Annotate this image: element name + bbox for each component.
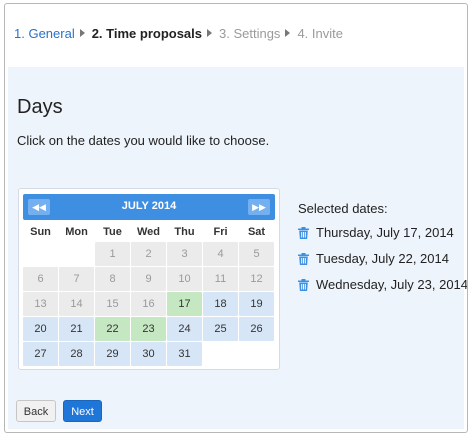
date-picker: ◀◀ JULY 2014 ▶▶ Sun Mon Tue Wed Thu Fri …	[18, 188, 280, 370]
calendar-day[interactable]: 26	[239, 317, 274, 341]
calendar-day[interactable]: 25	[203, 317, 238, 341]
weekday-label: Sat	[247, 226, 266, 238]
calendar-day: 9	[131, 267, 166, 291]
calendar-day: 1	[95, 242, 130, 266]
calendar-day: 7	[59, 267, 94, 291]
calendar-day[interactable]: 24	[167, 317, 202, 341]
calendar-day: 14	[59, 292, 94, 316]
calendar-day[interactable]: 20	[23, 317, 58, 341]
calendar-day: 8	[95, 267, 130, 291]
calendar-day[interactable]: 22	[95, 317, 130, 341]
calendar-day[interactable]: 30	[131, 342, 166, 366]
calendar-day: 13	[23, 292, 58, 316]
calendar-day[interactable]: 28	[59, 342, 94, 366]
weekday-label: Mon	[65, 226, 88, 238]
weekday-label: Fri	[213, 226, 228, 238]
calendar-day[interactable]: 31	[167, 342, 202, 366]
calendar-day: 10	[167, 267, 202, 291]
step-label: 1. General	[14, 25, 75, 41]
selected-date-label: Thursday, July 17, 2014	[316, 225, 454, 240]
selected-date-label: Tuesday, July 22, 2014	[316, 251, 449, 266]
calendar-day: 4	[203, 242, 238, 266]
step-general[interactable]: 1. General	[14, 26, 92, 41]
calendar-day: 6	[23, 267, 58, 291]
calendar-day-empty	[59, 242, 94, 266]
calendar-day[interactable]: 29	[95, 342, 130, 366]
triangle-right-icon	[79, 29, 85, 37]
triangle-right-icon	[207, 29, 212, 37]
weekday-header: Sun Mon Tue Wed Thu Fri Sat	[23, 222, 274, 242]
step-settings: 3. Settings	[219, 26, 297, 41]
calendar-day[interactable]: 17	[167, 292, 202, 316]
selected-date-item: Wednesday, July 23, 2014	[298, 277, 468, 292]
calendar-header: ◀◀ JULY 2014 ▶▶	[23, 194, 275, 220]
back-button[interactable]: Back	[16, 400, 56, 422]
calendar-days: 1 2 3 4 5 6 7 8 9 10 11 12 13 14 15 16 17 18 19 20 21 22 23 24 2…	[23, 242, 274, 366]
weekday-label: Tue	[103, 226, 122, 238]
wizard-steps: 1. General 2. Time proposals 3. Settings…	[14, 23, 343, 43]
step-invite: 4. Invite	[297, 26, 343, 41]
step-label: 2. Time proposals	[91, 25, 202, 41]
calendar-day: 12	[239, 267, 274, 291]
calendar-day[interactable]: 19	[239, 292, 274, 316]
calendar-day[interactable]: 27	[23, 342, 58, 366]
next-month-button[interactable]: ▶▶	[248, 199, 270, 215]
trash-icon[interactable]	[298, 278, 309, 291]
selected-dates-title: Selected dates:	[298, 201, 388, 216]
calendar-day: 15	[95, 292, 130, 316]
page-title: Days	[17, 96, 63, 118]
calendar-day[interactable]: 21	[59, 317, 94, 341]
calendar-day: 16	[131, 292, 166, 316]
selected-date-label: Wednesday, July 23, 2014	[316, 277, 468, 292]
step-label: 4. Invite	[297, 25, 343, 41]
weekday-label: Thu	[174, 226, 195, 238]
step-label: 3. Settings	[219, 25, 281, 41]
weekday-label: Wed	[136, 226, 161, 238]
selected-date-item: Tuesday, July 22, 2014	[298, 251, 449, 266]
step-time-proposals: 2. Time proposals	[92, 26, 219, 41]
triangle-right-icon	[285, 29, 291, 37]
calendar-day-empty	[23, 242, 58, 266]
calendar-day: 5	[239, 242, 274, 266]
trash-icon[interactable]	[298, 252, 309, 265]
trash-icon[interactable]	[298, 226, 309, 239]
next-button[interactable]: Next	[63, 400, 102, 422]
instruction-text: Click on the dates you would like to cho…	[17, 133, 270, 148]
calendar-day: 3	[167, 242, 202, 266]
calendar-day[interactable]: 23	[131, 317, 166, 341]
weekday-label: Sun	[30, 226, 51, 238]
wizard-window: 1. General 2. Time proposals 3. Settings…	[4, 3, 468, 433]
selected-date-item: Thursday, July 17, 2014	[298, 225, 454, 240]
month-title: JULY 2014	[121, 200, 177, 212]
calendar-day: 11	[203, 267, 238, 291]
calendar-day: 2	[131, 242, 166, 266]
calendar-day[interactable]: 18	[203, 292, 238, 316]
content-panel: Days Click on the dates you would like t…	[8, 67, 467, 429]
